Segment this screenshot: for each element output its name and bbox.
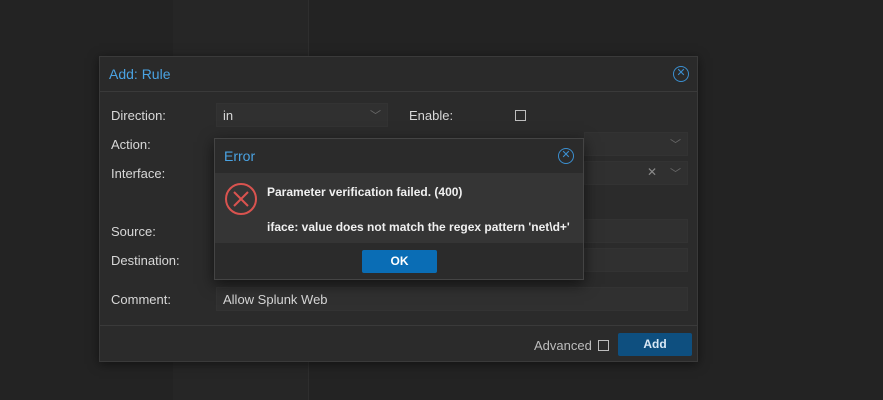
source-label: Source: — [111, 224, 156, 239]
chevron-down-icon: ﹀ — [670, 168, 681, 180]
direction-value: in — [223, 108, 234, 123]
interface-label: Interface: — [111, 166, 166, 181]
dest-port-field[interactable] — [584, 248, 688, 272]
dialog-footer-divider — [100, 325, 697, 326]
dialog-title: Add: Rule — [109, 66, 171, 82]
error-dialog-header: Error ✕ — [215, 139, 583, 173]
ok-button[interactable]: OK — [362, 250, 437, 273]
chevron-down-icon: ﹀ — [670, 139, 681, 151]
direction-label: Direction: — [111, 108, 166, 123]
protocol-select[interactable]: ✕ ﹀ — [584, 161, 688, 185]
chevron-down-icon: ﹀ — [370, 110, 381, 122]
error-message: Parameter verification failed. (400) — [267, 185, 463, 199]
destination-label: Destination: — [111, 253, 180, 268]
enable-checkbox[interactable] — [515, 110, 526, 121]
macro-select[interactable]: ﹀ — [584, 132, 688, 156]
error-dialog-title: Error — [224, 148, 256, 164]
direction-select[interactable]: in ﹀ — [216, 103, 388, 127]
comment-label: Comment: — [111, 292, 171, 307]
dialog-header: Add: Rule ✕ — [100, 57, 697, 92]
error-icon — [225, 183, 257, 215]
source-port-field[interactable] — [584, 219, 688, 243]
advanced-label: Advanced — [534, 338, 592, 353]
comment-field[interactable]: Allow Splunk Web — [216, 287, 688, 311]
advanced-checkbox[interactable] — [598, 340, 609, 351]
close-icon[interactable]: ✕ — [673, 66, 689, 82]
error-dialog: Error ✕ Parameter verification failed. (… — [214, 138, 584, 280]
enable-label: Enable: — [409, 108, 454, 123]
error-message-area: Parameter verification failed. (400) ifa… — [215, 173, 583, 243]
action-label: Action: — [111, 137, 151, 152]
add-button[interactable]: Add — [618, 333, 692, 356]
error-detail: iface: value does not match the regex pa… — [267, 220, 570, 234]
comment-value: Allow Splunk Web — [223, 292, 328, 307]
close-icon[interactable]: ✕ — [558, 148, 574, 164]
clear-icon[interactable]: ✕ — [647, 165, 657, 179]
